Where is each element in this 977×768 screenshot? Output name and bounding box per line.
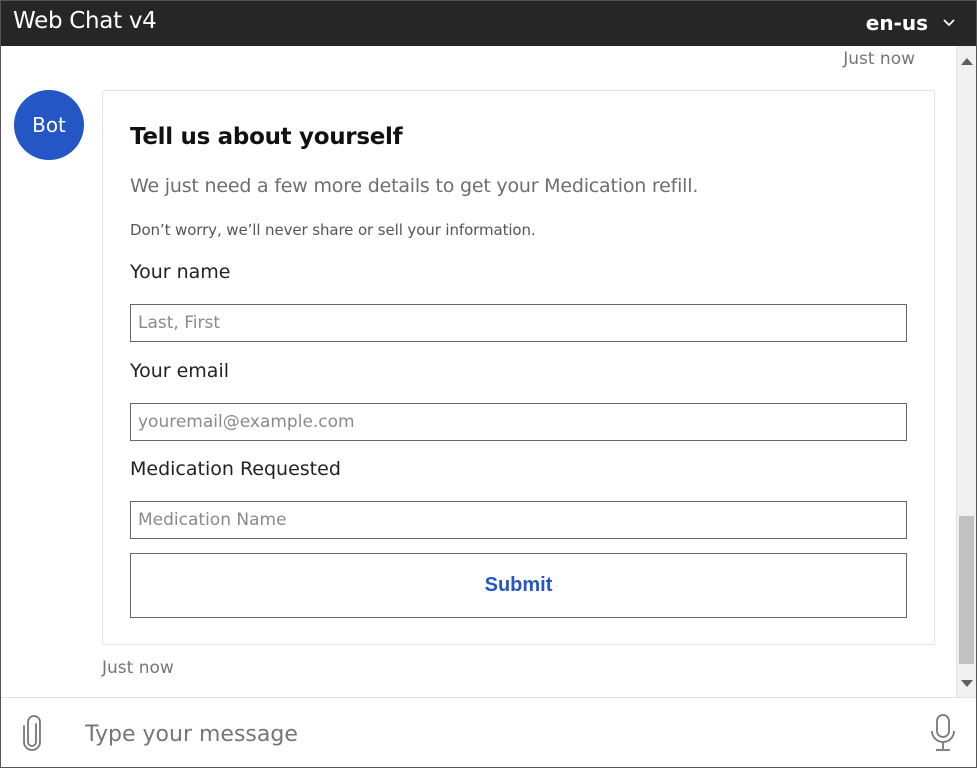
send-box [1, 697, 976, 767]
title-bar: Web Chat v4 en-us [1, 1, 976, 46]
message-input[interactable] [85, 714, 905, 754]
paperclip-icon[interactable] [21, 715, 43, 751]
card-subtitle: We just need a few more details to get y… [130, 175, 699, 197]
name-input[interactable] [130, 304, 907, 342]
card-privacy-note: Don’t worry, we’ll never share or sell y… [130, 221, 536, 239]
bot-avatar-initials: Bot [32, 113, 66, 137]
email-label: Your email [130, 360, 229, 382]
language-selected: en-us [865, 11, 928, 35]
adaptive-card: Tell us about yourself We just need a fe… [102, 90, 935, 645]
bot-avatar: Bot [14, 90, 84, 160]
chevron-down-icon [943, 19, 955, 27]
scroll-down-arrow-icon[interactable] [961, 680, 973, 687]
chat-transcript: Just now Bot Tell us about yourself We j… [1, 46, 956, 697]
scrollbar-thumb[interactable] [959, 516, 974, 664]
message-timestamp: Just now [843, 49, 915, 69]
microphone-icon[interactable] [928, 713, 958, 753]
window-title: Web Chat v4 [13, 8, 157, 34]
scroll-up-arrow-icon[interactable] [961, 58, 973, 65]
transcript-scrollbar[interactable] [956, 46, 976, 697]
medication-input[interactable] [130, 501, 907, 539]
card-heading: Tell us about yourself [130, 124, 403, 150]
medication-label: Medication Requested [130, 458, 341, 480]
language-dropdown[interactable]: en-us [866, 8, 956, 38]
message-timestamp: Just now [102, 658, 174, 678]
name-label: Your name [130, 261, 231, 283]
email-input[interactable] [130, 403, 907, 441]
web-chat-window: Web Chat v4 en-us Just now Bot Tell us a… [0, 0, 977, 768]
submit-button[interactable]: Submit [130, 553, 907, 618]
